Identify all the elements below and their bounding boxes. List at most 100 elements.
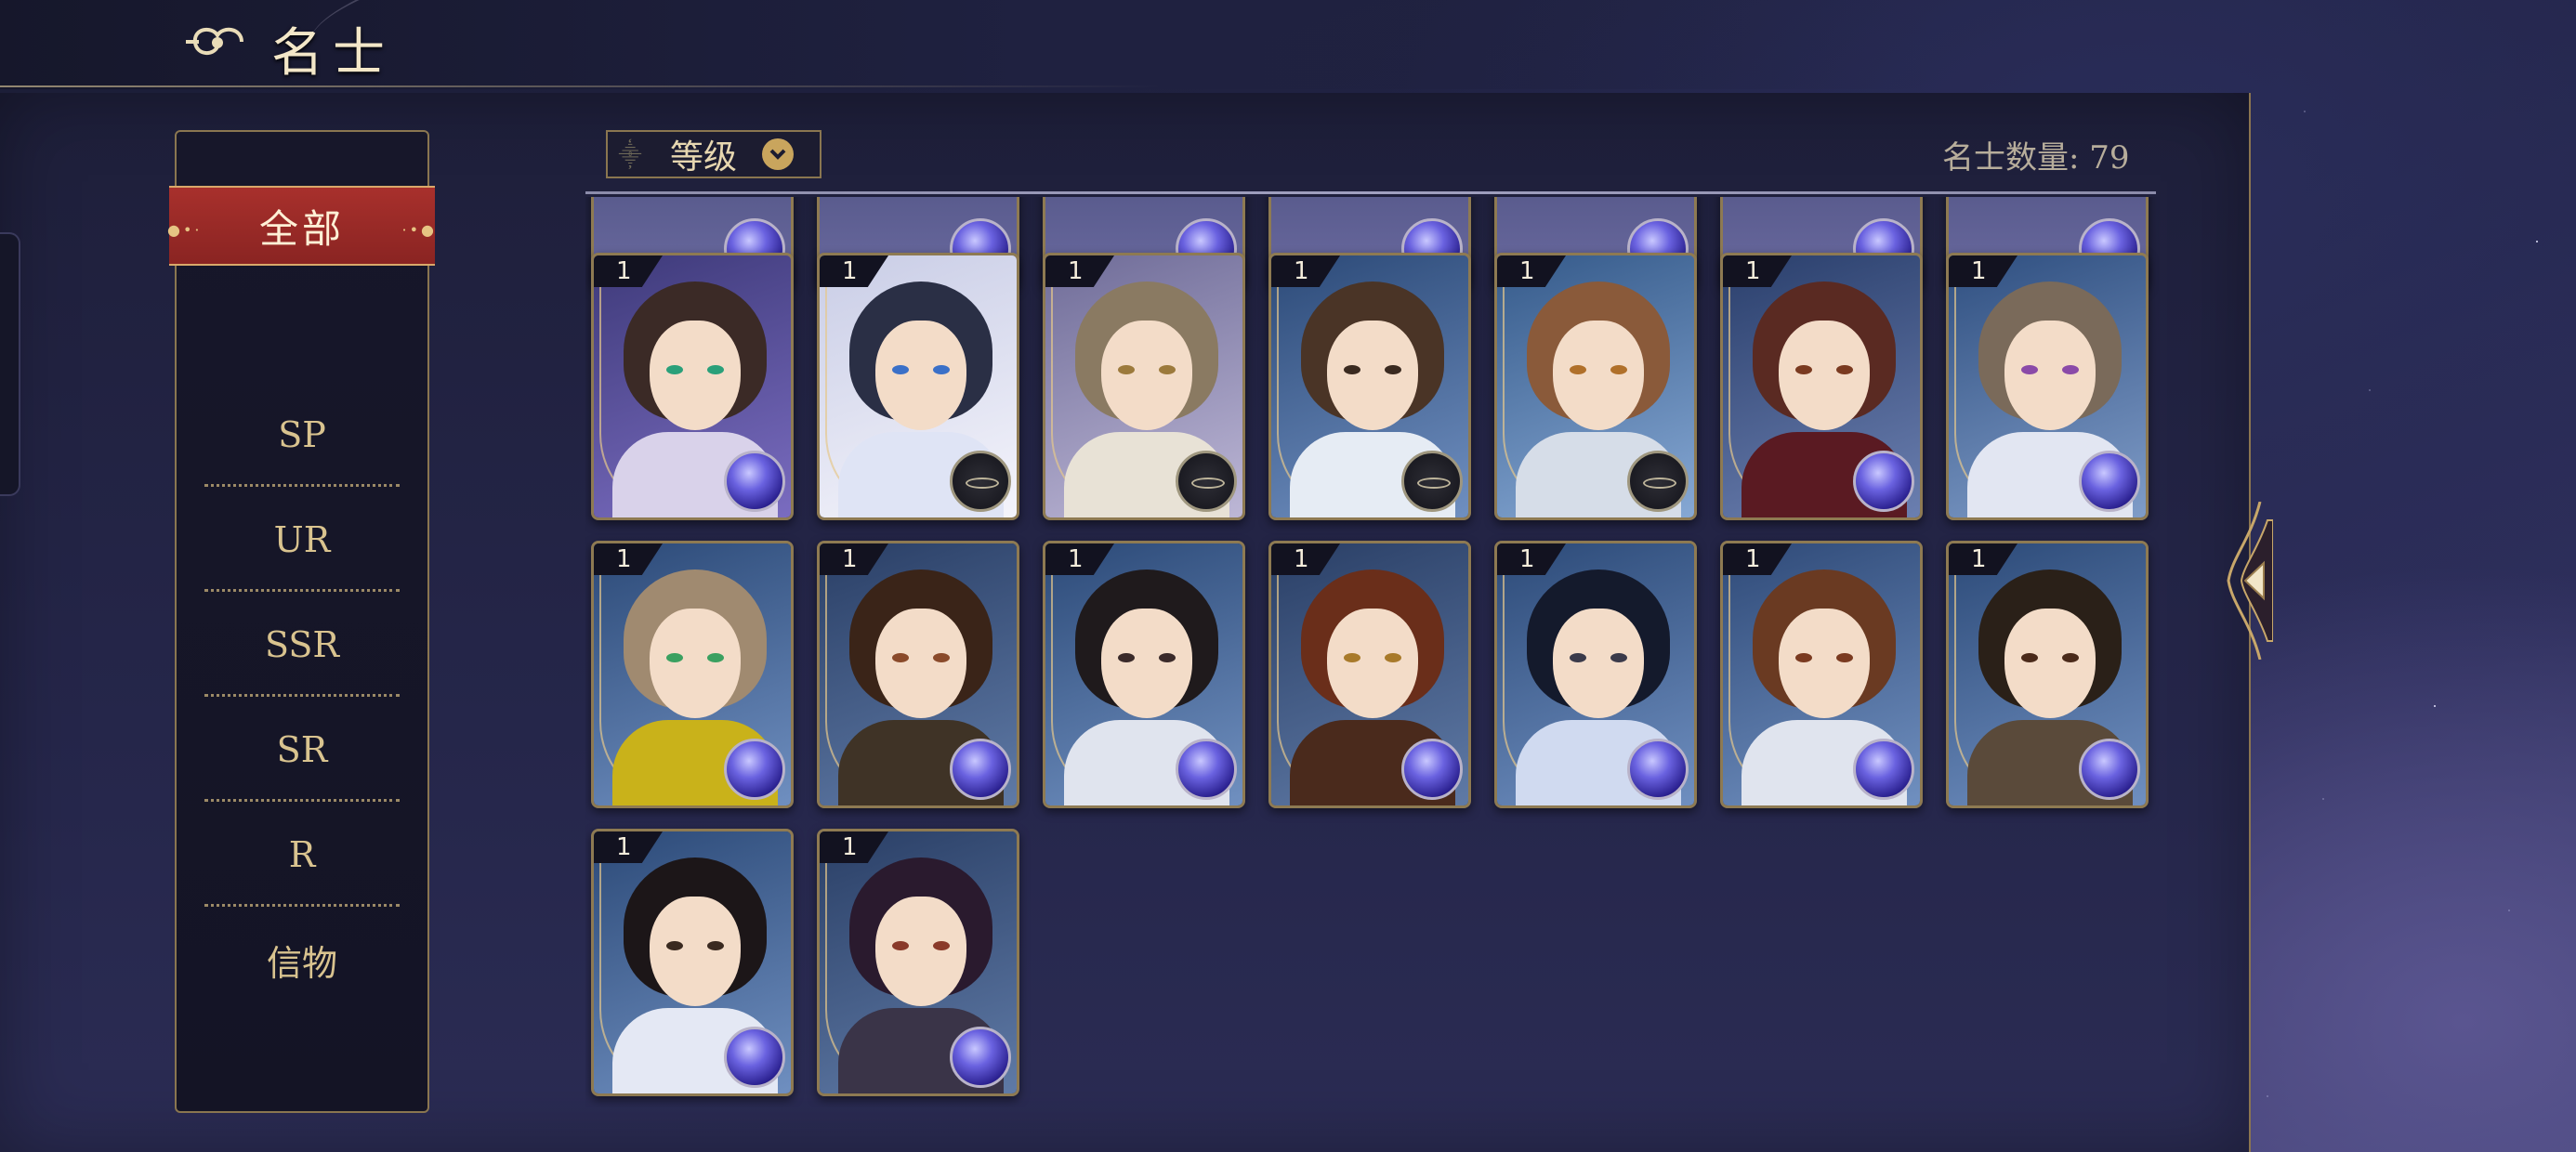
portrait-eye (2021, 653, 2038, 662)
element-orb-icon (724, 739, 785, 800)
hero-card[interactable]: 1 (1043, 253, 1245, 520)
portrait-eye (707, 365, 724, 374)
element-orb-icon (2079, 451, 2140, 512)
filter-token[interactable]: 信物 (204, 908, 400, 1012)
hero-card[interactable]: 1 (1494, 253, 1697, 520)
compass-badge-icon (1627, 451, 1689, 512)
filter-sp-label: SP (278, 414, 326, 455)
portrait-eye (1344, 365, 1360, 374)
divider (204, 904, 400, 907)
hero-card[interactable]: 1 (1946, 541, 2149, 808)
portrait-face (875, 321, 966, 430)
filter-token-label: 信物 (266, 942, 337, 984)
portrait-eye (1385, 653, 1401, 662)
sort-dropdown[interactable]: ⸎ 等级 (606, 130, 821, 178)
hero-card[interactable]: 1 (817, 541, 1019, 808)
portrait-face (1327, 609, 1418, 718)
element-orb-icon (1853, 451, 1914, 512)
page-title: 名士 (271, 23, 394, 84)
collapse-arrow-button[interactable] (2223, 502, 2273, 660)
tab-dots-decoration: ●•· (167, 221, 203, 239)
hero-card[interactable]: 1 (1043, 541, 1245, 808)
portrait-eye (2062, 365, 2079, 374)
divider (204, 589, 400, 592)
element-orb-icon (2079, 739, 2140, 800)
portrait-eye (892, 365, 909, 374)
hero-card[interactable]: 1 (1720, 253, 1923, 520)
hero-card[interactable]: 1 (1946, 253, 2149, 520)
compass-badge-icon (1176, 451, 1237, 512)
divider (204, 799, 400, 802)
hero-count-label: 名士数量: (1942, 139, 2080, 177)
portrait-face (650, 321, 741, 430)
filter-all-label: 全部 (258, 205, 345, 252)
portrait-face (650, 609, 741, 718)
filter-r[interactable]: R (204, 803, 400, 907)
portrait-face (875, 609, 966, 718)
element-orb-icon (1401, 739, 1463, 800)
header-bar: 名士 (0, 0, 2576, 113)
hero-card[interactable]: 1 (1268, 541, 1471, 808)
portrait-eye (1795, 365, 1812, 374)
portrait-face (1327, 321, 1418, 430)
hero-card[interactable]: 1 (1494, 541, 1697, 808)
portrait-eye (2021, 365, 2038, 374)
portrait-eye (1570, 365, 1586, 374)
hero-card[interactable]: 1 (1268, 253, 1471, 520)
rarity-filter-sidebar: SP UR SSR SR R 信物 (175, 130, 429, 1113)
portrait-face (1553, 321, 1644, 430)
filter-ur-label: UR (273, 519, 331, 560)
chevron-down-icon (762, 138, 794, 170)
grid-top-divider (585, 191, 2156, 194)
portrait-eye (666, 941, 683, 950)
portrait-eye (1159, 365, 1176, 374)
portrait-eye (1610, 365, 1627, 374)
portrait-face (1553, 609, 1644, 718)
filter-ur[interactable]: UR (204, 488, 400, 592)
hero-card[interactable]: 1 (591, 829, 794, 1096)
portrait-eye (707, 941, 724, 950)
portrait-eye (892, 941, 909, 950)
portrait-face (2004, 609, 2096, 718)
filter-ssr-label: SSR (264, 624, 339, 665)
filter-all-tab[interactable]: ●•· 全部 ·•● (167, 186, 435, 266)
portrait-face (1101, 609, 1192, 718)
compass-badge-icon (950, 451, 1011, 512)
hero-card[interactable]: 1 (1720, 541, 1923, 808)
portrait-eye (707, 653, 724, 662)
filter-sp[interactable]: SP (204, 383, 400, 487)
element-orb-icon (950, 739, 1011, 800)
hero-card[interactable]: 1 (591, 541, 794, 808)
portrait-eye (892, 653, 909, 662)
portrait-eye (666, 653, 683, 662)
portrait-eye (1610, 653, 1627, 662)
portrait-face (1779, 321, 1870, 430)
portrait-face (650, 897, 741, 1006)
portrait-eye (1118, 653, 1135, 662)
portrait-face (1779, 609, 1870, 718)
portrait-eye (666, 365, 683, 374)
hero-card[interactable]: 1 (591, 253, 794, 520)
portrait-eye (1570, 653, 1586, 662)
header-underline (0, 85, 1162, 87)
hero-card[interactable]: 1 (817, 829, 1019, 1096)
portrait-face (1101, 321, 1192, 430)
filter-ssr[interactable]: SSR (204, 593, 400, 697)
portrait-eye (1836, 365, 1853, 374)
compass-badge-icon (1401, 451, 1463, 512)
filter-sr-label: SR (276, 729, 328, 770)
portrait-eye (1795, 653, 1812, 662)
divider (204, 484, 400, 487)
portrait-eye (2062, 653, 2079, 662)
divider (204, 694, 400, 697)
element-orb-icon (1627, 739, 1689, 800)
panel-left-notch (0, 232, 20, 496)
hero-card[interactable]: 1 (817, 253, 1019, 520)
element-orb-icon (1853, 739, 1914, 800)
portrait-eye (1385, 365, 1401, 374)
portrait-eye (933, 941, 950, 950)
portrait-eye (1344, 653, 1360, 662)
hero-card-grid: 1111111111111111 (585, 197, 2165, 1107)
filter-sr[interactable]: SR (204, 698, 400, 802)
portrait-face (875, 897, 966, 1006)
